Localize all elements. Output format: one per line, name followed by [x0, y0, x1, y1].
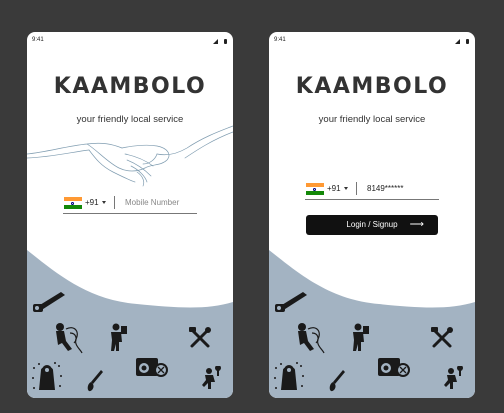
handshake-illustration: [27, 125, 233, 187]
status-time: 9:41: [32, 37, 44, 43]
login-screen-empty: 9:41 KAAMBOLO your friendly local servic…: [27, 32, 233, 398]
plumber-icon: [298, 323, 325, 354]
app-logo: KAAMBOLO: [53, 74, 207, 99]
appliance-repair-icon: [378, 358, 410, 377]
india-flag-icon: [64, 197, 82, 209]
status-icons: [455, 36, 469, 44]
paint-brush-icon: [329, 370, 345, 392]
login-signup-button[interactable]: Login / Signup ⟶: [306, 215, 438, 235]
battery-icon: [224, 39, 227, 44]
app-logo: KAAMBOLO: [295, 74, 449, 99]
mobile-number-input[interactable]: [119, 195, 201, 210]
chainsaw-icon: [33, 292, 65, 312]
gardener-icon: [444, 366, 463, 389]
divider: [114, 196, 115, 209]
status-time: 9:41: [274, 37, 286, 43]
signal-icon: [455, 39, 460, 44]
india-flag-icon: [306, 183, 324, 195]
painter-icon: [353, 323, 369, 351]
chainsaw-icon: [275, 292, 307, 312]
caret-down-icon[interactable]: [344, 187, 348, 190]
arrow-right-icon: ⟶: [409, 219, 424, 230]
pest-control-icon: [32, 362, 62, 390]
gardener-icon: [202, 366, 221, 389]
mobile-number-input[interactable]: [361, 181, 443, 196]
pest-control-icon: [274, 362, 304, 390]
phone-input-row: +91: [305, 181, 443, 200]
tagline: your friendly local service: [318, 114, 426, 125]
caret-down-icon[interactable]: [102, 201, 106, 204]
signal-icon: [213, 39, 218, 44]
tools-icon: [431, 327, 453, 348]
status-icons: [213, 36, 227, 44]
divider: [356, 182, 357, 195]
login-signup-label: Login / Signup: [346, 220, 398, 229]
country-code[interactable]: +91: [327, 184, 341, 193]
battery-icon: [466, 39, 469, 44]
tools-icon: [189, 327, 211, 348]
phone-input-row: +91: [63, 195, 201, 214]
paint-brush-icon: [87, 370, 103, 392]
country-code[interactable]: +91: [85, 198, 99, 207]
login-screen-filled: 9:41 KAAMBOLO your friendly local servic…: [269, 32, 475, 398]
appliance-repair-icon: [136, 358, 168, 377]
painter-icon: [111, 323, 127, 351]
plumber-icon: [56, 323, 83, 354]
